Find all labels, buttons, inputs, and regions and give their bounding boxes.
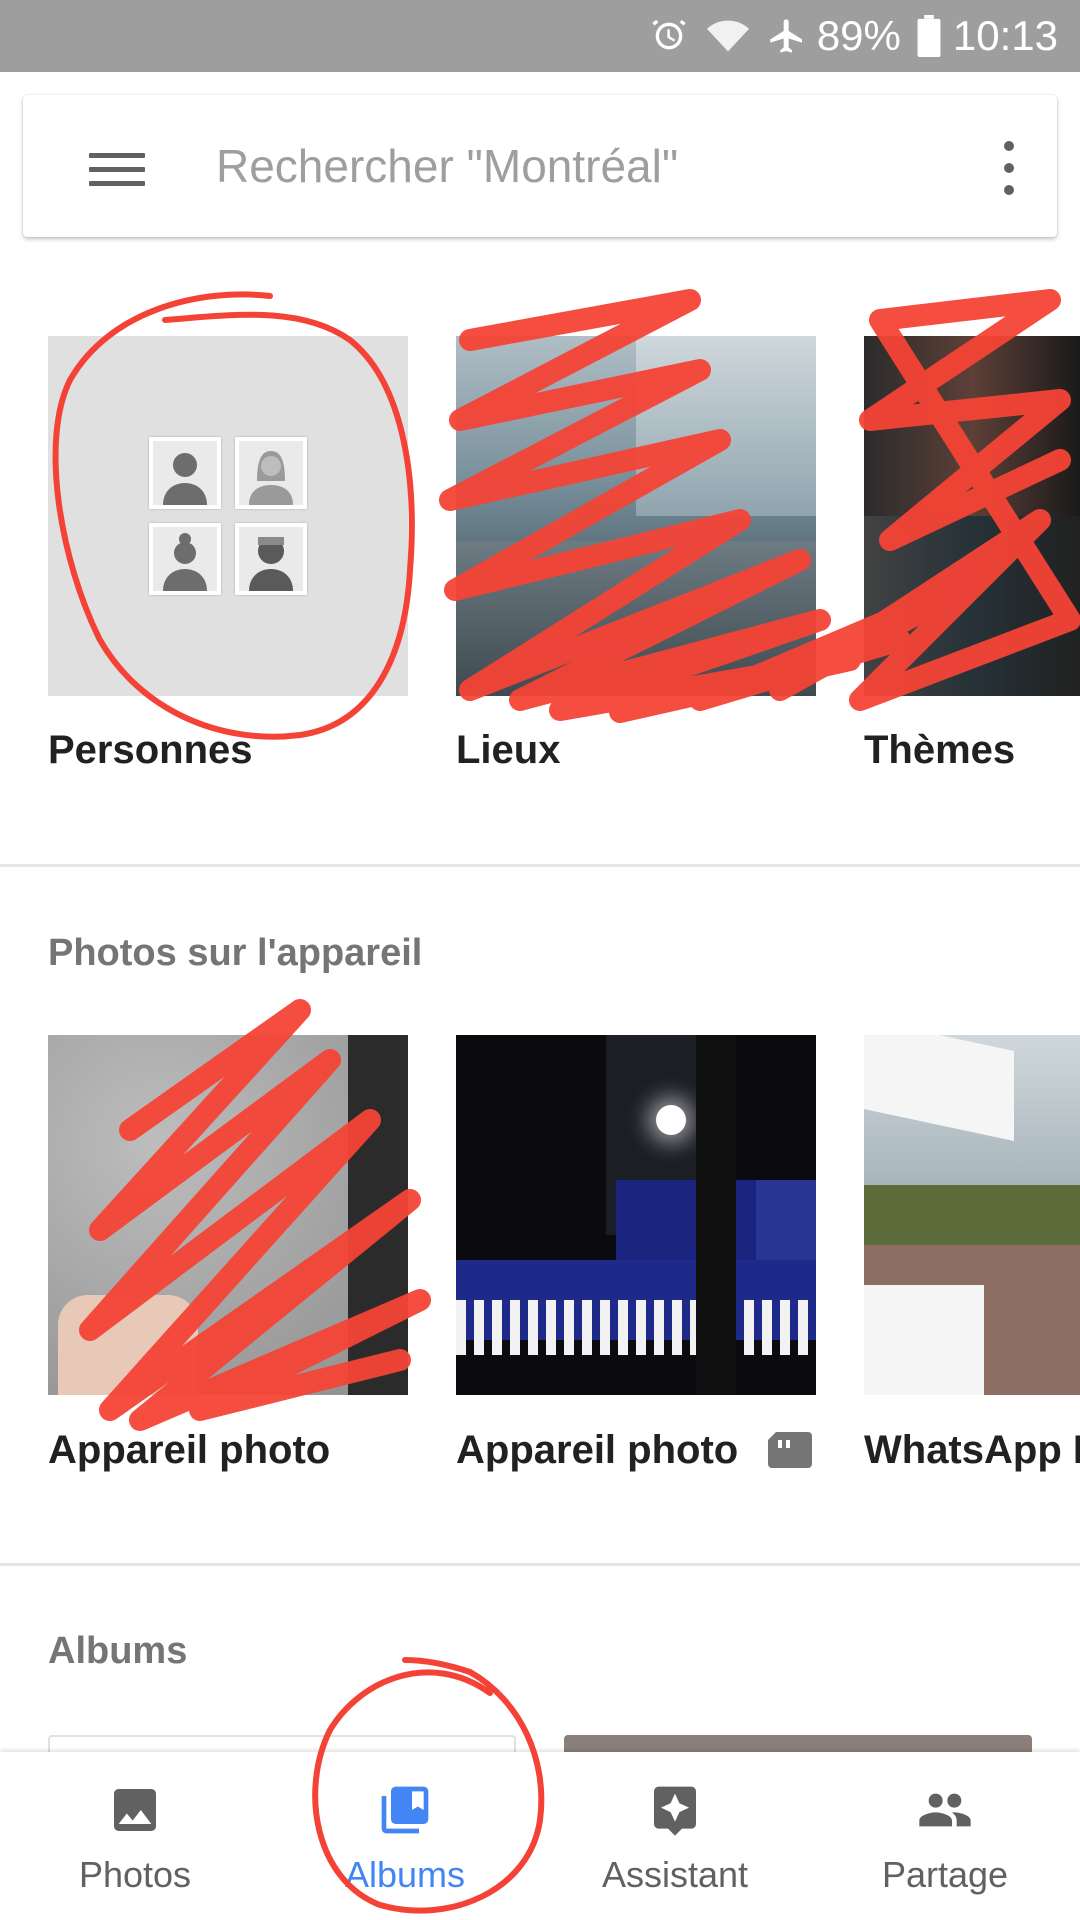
nav-label-albums: Albums (344, 1854, 466, 1895)
category-tile-places[interactable] (456, 336, 816, 696)
menu-icon[interactable] (69, 139, 165, 199)
device-folder-thumbnail-3[interactable] (864, 1035, 1080, 1395)
alarm-icon (649, 13, 689, 59)
section-divider (0, 1563, 1080, 1566)
device-folder-label-2[interactable]: Appareil photo (456, 1428, 738, 1473)
section-title-albums: Albums (48, 1630, 188, 1672)
wifi-icon (705, 13, 751, 59)
status-bar: 89% 10:13 (0, 0, 1080, 72)
nav-item-assistant[interactable]: Assistant (540, 1752, 810, 1920)
photo-icon (107, 1782, 163, 1838)
more-options-icon[interactable] (973, 133, 1043, 203)
people-icon (917, 1782, 973, 1838)
battery-percent: 89% (816, 12, 901, 59)
nav-item-sharing[interactable]: Partage (810, 1752, 1080, 1920)
battery-icon (917, 13, 941, 59)
category-tile-people[interactable] (48, 336, 408, 696)
assistant-icon (647, 1782, 703, 1838)
category-tile-themes[interactable] (864, 336, 1080, 696)
category-label-people[interactable]: Personnes (48, 728, 253, 773)
people-grid-icon (149, 437, 307, 595)
nav-label-sharing: Partage (881, 1854, 1009, 1895)
clock: 10:13 (952, 12, 1058, 59)
section-title-device-photos: Photos sur l'appareil (48, 932, 423, 974)
section-divider (0, 864, 1080, 867)
category-label-themes[interactable]: Thèmes (864, 728, 1015, 773)
category-label-places[interactable]: Lieux (456, 728, 560, 773)
albums-icon (377, 1782, 433, 1838)
device-folder-thumbnail-2[interactable] (456, 1035, 816, 1395)
search-bar[interactable]: Rechercher "Montréal" (23, 95, 1057, 237)
sd-card-icon (768, 1432, 812, 1468)
nav-item-albums[interactable]: Albums (270, 1752, 540, 1920)
nav-label-photos: Photos (78, 1854, 192, 1895)
bottom-navigation: Photos Albums Assistant Partage (0, 1752, 1080, 1920)
device-folder-label-1[interactable]: Appareil photo (48, 1428, 330, 1473)
nav-item-photos[interactable]: Photos (0, 1752, 270, 1920)
search-input[interactable]: Rechercher "Montréal" (216, 139, 678, 193)
device-folder-thumbnail-1[interactable] (48, 1035, 408, 1395)
airplane-mode-icon (767, 13, 807, 59)
nav-label-assistant: Assistant (601, 1854, 749, 1895)
device-folder-label-3[interactable]: WhatsApp I (864, 1428, 1080, 1473)
